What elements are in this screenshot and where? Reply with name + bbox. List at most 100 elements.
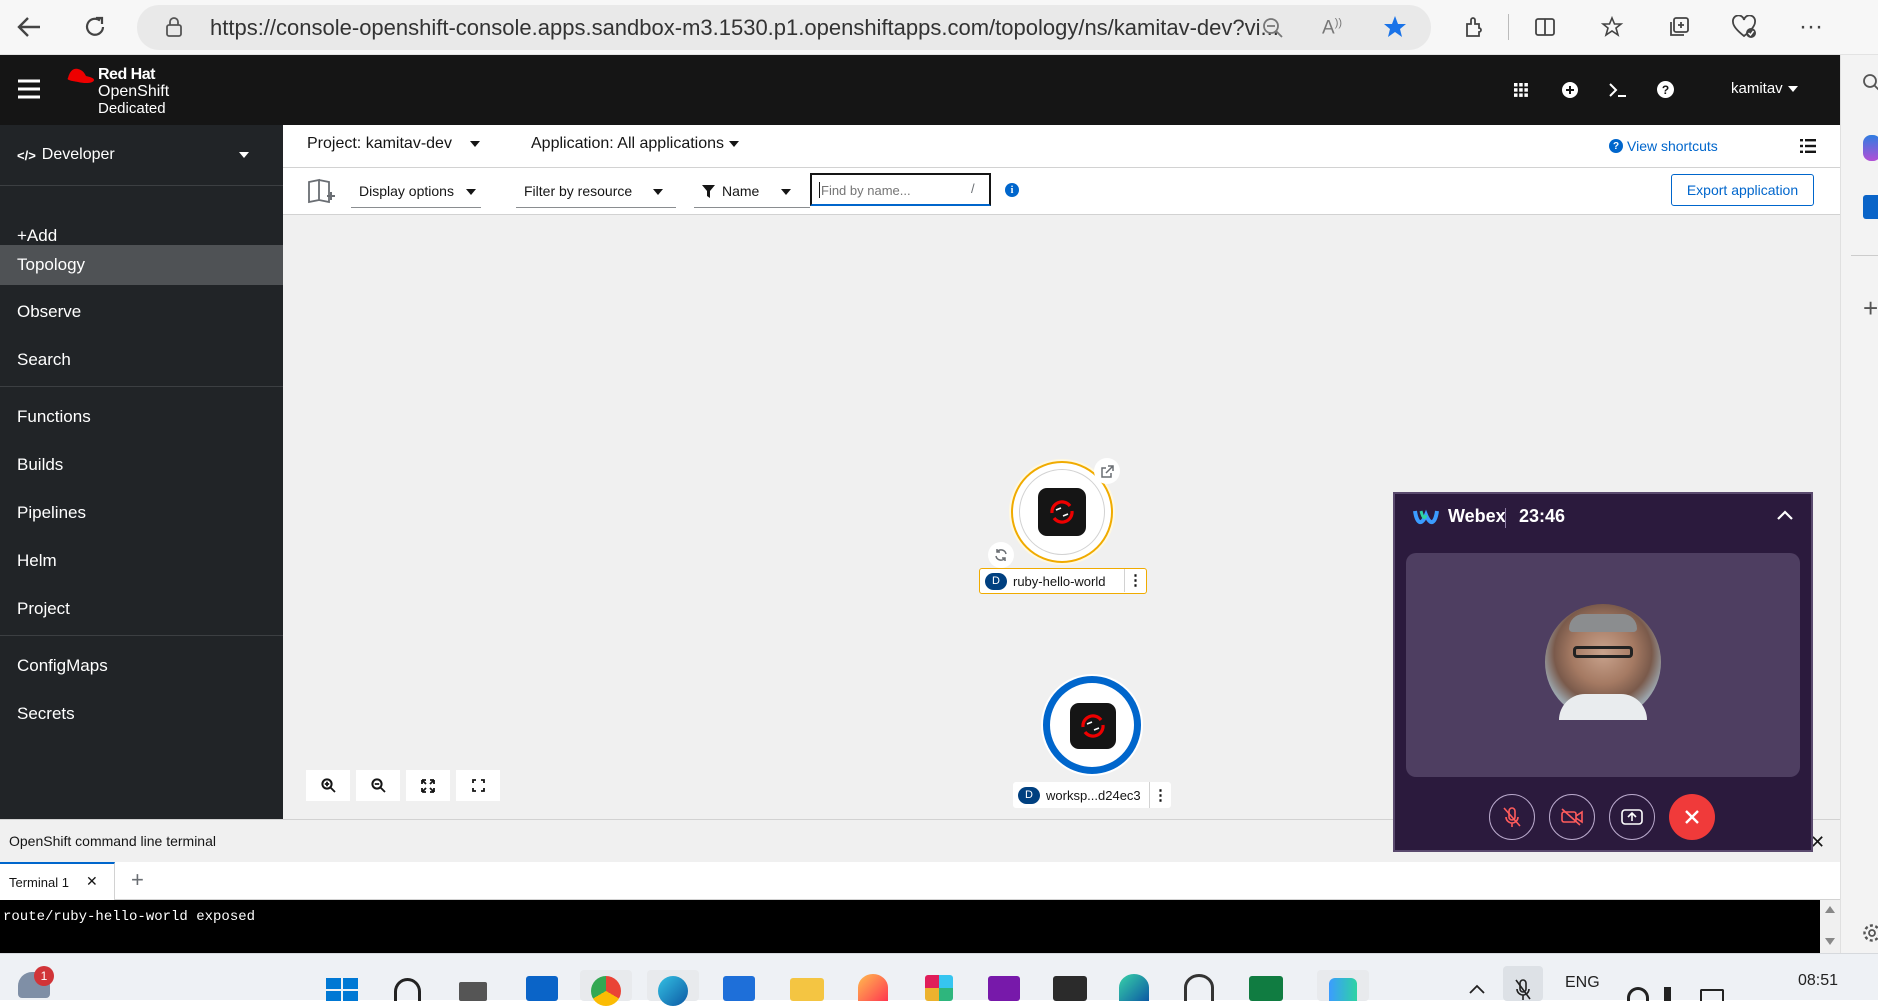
reset-view-button[interactable] xyxy=(456,770,500,801)
sidebar-item-observe[interactable]: Observe xyxy=(0,292,283,332)
add-tab-icon[interactable]: + xyxy=(131,867,144,893)
url-text[interactable]: https://console-openshift-console.apps.s… xyxy=(210,15,1375,41)
windows-start-icon[interactable] xyxy=(326,978,358,1001)
lock-icon[interactable] xyxy=(165,16,183,38)
sidebar-item-builds[interactable]: Builds xyxy=(0,445,283,485)
edge-sidebar: + xyxy=(1840,55,1878,953)
sidebar-item-helm[interactable]: Helm xyxy=(0,541,283,581)
search-shortcut-hint: / xyxy=(971,181,975,196)
sidebar-item-secrets[interactable]: Secrets xyxy=(0,694,283,734)
zoom-out-icon[interactable] xyxy=(1262,17,1284,39)
export-application-button[interactable]: Export application xyxy=(1671,174,1814,206)
clock-time[interactable]: 08:51 xyxy=(1798,972,1838,990)
terminal-app-icon[interactable] xyxy=(1053,976,1087,1001)
task-view-icon[interactable] xyxy=(459,982,487,1001)
project-dropdown[interactable]: Project: kamitav-dev xyxy=(307,135,480,153)
fit-to-screen-button[interactable] xyxy=(406,770,450,801)
build-status-sync-icon[interactable] xyxy=(988,542,1014,568)
tab-terminal-1[interactable]: Terminal 1 ✕ xyxy=(0,862,115,900)
volume-icon[interactable] xyxy=(1664,987,1684,1001)
search-input[interactable] xyxy=(821,180,961,200)
store-app-icon[interactable] xyxy=(723,976,755,1001)
search-icon[interactable] xyxy=(394,978,421,1001)
add-icon[interactable]: + xyxy=(1863,293,1878,324)
close-tab-icon[interactable]: ✕ xyxy=(86,873,98,890)
scroll-up-icon[interactable] xyxy=(1825,906,1835,913)
microphone-muted-tray-icon[interactable] xyxy=(1503,966,1543,1001)
zoom-in-button[interactable] xyxy=(306,770,350,801)
collections-icon[interactable] xyxy=(1662,10,1696,44)
edge-app-icon[interactable] xyxy=(647,970,699,1001)
topology-node-workspace[interactable] xyxy=(1043,676,1141,774)
app-launcher-icon[interactable] xyxy=(1514,83,1528,97)
sidebar-item-topology[interactable]: Topology xyxy=(0,245,283,285)
display-options-dropdown[interactable]: Display options xyxy=(351,175,481,208)
mute-button[interactable] xyxy=(1489,794,1535,840)
favorites-icon[interactable] xyxy=(1596,10,1630,44)
sidebar-item-pipelines[interactable]: Pipelines xyxy=(0,493,283,533)
favorite-star-icon[interactable] xyxy=(1382,14,1408,40)
node-label-workspace[interactable]: D worksp...d24ec3 ⋮ xyxy=(1013,782,1171,808)
onenote-app-icon[interactable] xyxy=(988,976,1020,1001)
find-by-name-field[interactable]: / xyxy=(810,173,991,206)
video-panel xyxy=(1406,553,1800,777)
edge-dev-app-icon[interactable] xyxy=(1119,974,1149,1001)
project-bar: Project: kamitav-dev Application: All ap… xyxy=(283,125,1840,168)
quick-search-book-icon[interactable] xyxy=(307,178,337,204)
settings-icon[interactable] xyxy=(1862,923,1878,943)
browser-toolbar: https://console-openshift-console.apps.s… xyxy=(0,0,1878,55)
back-icon[interactable] xyxy=(12,10,46,44)
file-explorer-icon[interactable] xyxy=(790,978,824,1001)
webex-app-icon[interactable] xyxy=(1317,970,1369,1001)
quick-create-plus-icon[interactable] xyxy=(1562,82,1578,98)
terminal-prompt-icon[interactable] xyxy=(1609,83,1627,97)
more-menu-icon[interactable]: ··· xyxy=(1794,10,1828,44)
hamburger-menu-icon[interactable] xyxy=(18,79,40,99)
battery-icon[interactable] xyxy=(1700,989,1724,1001)
terminal-scrollbar[interactable] xyxy=(1820,900,1840,953)
open-url-icon[interactable] xyxy=(1094,458,1120,484)
share-screen-button[interactable] xyxy=(1609,794,1655,840)
user-menu[interactable]: kamitav xyxy=(1731,80,1798,97)
sidebar-item-configmaps[interactable]: ConfigMaps xyxy=(0,646,283,686)
help-icon[interactable]: ? xyxy=(1657,81,1674,98)
list-view-icon[interactable] xyxy=(1800,139,1816,153)
outlook-icon[interactable] xyxy=(1863,195,1878,219)
refresh-icon[interactable] xyxy=(78,10,112,44)
wifi-icon[interactable] xyxy=(1627,987,1649,1001)
tray-overflow-chevron-icon[interactable] xyxy=(1469,984,1485,994)
zoom-out-button[interactable] xyxy=(356,770,400,801)
node-kebab-menu-icon[interactable]: ⋮ xyxy=(1149,782,1171,808)
sidebar-item-functions[interactable]: Functions xyxy=(0,397,283,437)
filter-type-dropdown[interactable]: Name xyxy=(694,175,810,208)
slack-app-icon[interactable] xyxy=(925,975,953,1001)
info-icon[interactable]: i xyxy=(1005,183,1019,197)
copilot-icon[interactable] xyxy=(1863,135,1878,161)
sidebar-item-search[interactable]: Search xyxy=(0,340,283,380)
browser-essentials-icon[interactable] xyxy=(1727,10,1761,44)
node-kebab-menu-icon[interactable]: ⋮ xyxy=(1124,569,1146,592)
application-dropdown[interactable]: Application: All applications xyxy=(531,135,739,153)
node-label-ruby-hello-world[interactable]: D ruby-hello-world ⋮ xyxy=(979,568,1147,594)
webex-call-window[interactable]: Webex 23:46 xyxy=(1393,492,1813,852)
split-screen-icon[interactable] xyxy=(1528,10,1562,44)
collapse-chevron-icon[interactable] xyxy=(1777,510,1793,520)
speedometer-app-icon[interactable] xyxy=(1184,974,1214,1001)
language-indicator[interactable]: ENG xyxy=(1565,974,1600,992)
filter-by-resource-dropdown[interactable]: Filter by resource xyxy=(516,175,676,208)
view-shortcuts-link[interactable]: ? View shortcuts xyxy=(1609,138,1718,154)
read-aloud-icon[interactable]: A)) xyxy=(1322,17,1342,39)
end-call-button[interactable] xyxy=(1669,794,1715,840)
outlook-app-icon[interactable] xyxy=(526,976,558,1001)
chrome-app-icon[interactable] xyxy=(580,970,632,1001)
terminal-output[interactable]: route/ruby-hello-world exposed xyxy=(0,900,1820,953)
extensions-icon[interactable] xyxy=(1457,10,1491,44)
address-bar[interactable]: https://console-openshift-console.apps.s… xyxy=(137,5,1431,50)
perspective-switcher[interactable]: </> Developer xyxy=(0,137,283,173)
search-icon[interactable] xyxy=(1862,73,1878,93)
stop-video-button[interactable] xyxy=(1549,794,1595,840)
excel-app-icon[interactable] xyxy=(1249,976,1283,1001)
firefox-app-icon[interactable] xyxy=(858,974,888,1001)
scroll-down-icon[interactable] xyxy=(1825,938,1835,945)
sidebar-item-project[interactable]: Project xyxy=(0,589,283,629)
